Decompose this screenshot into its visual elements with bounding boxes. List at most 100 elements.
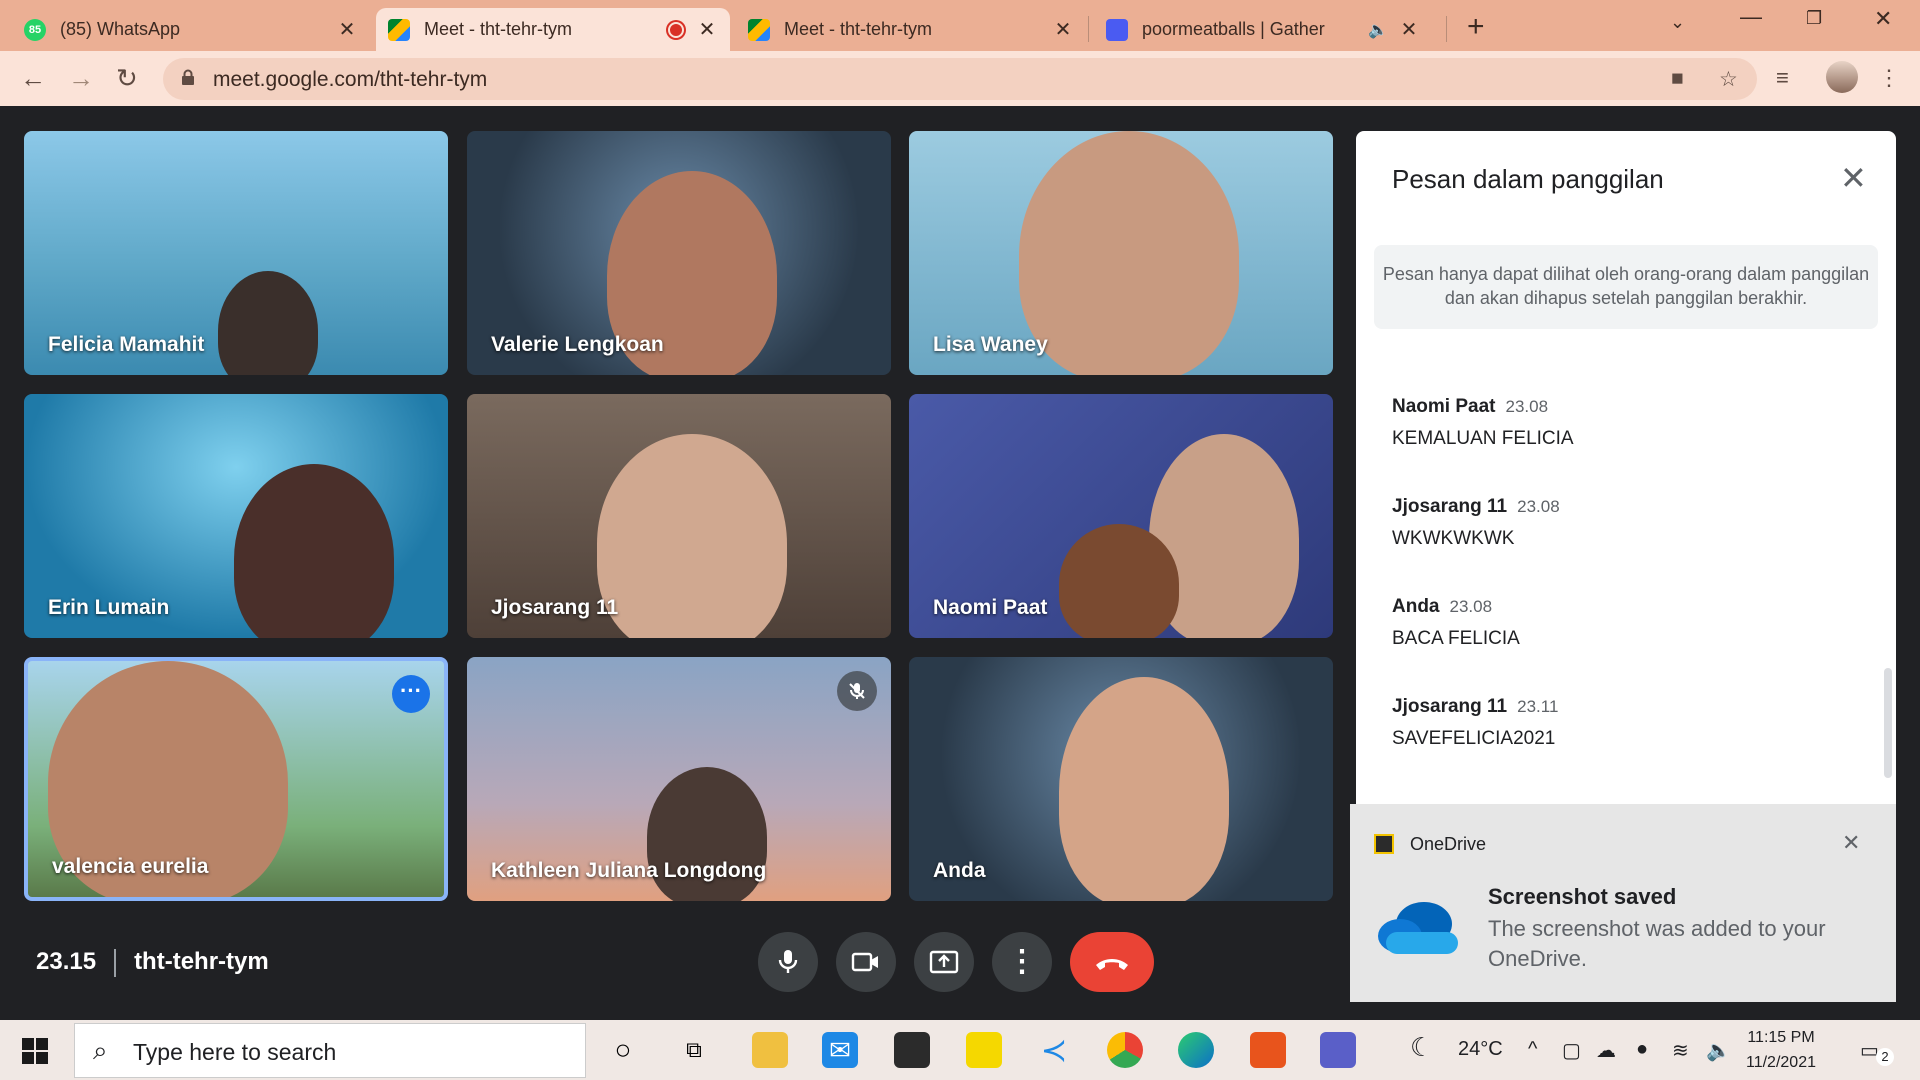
tab-meet-active[interactable]: Meet - tht-tehr-tym ✕ bbox=[376, 8, 730, 51]
tab-label: (85) WhatsApp bbox=[60, 19, 181, 39]
participant-tile[interactable]: Kathleen Juliana Longdong bbox=[467, 657, 891, 901]
office-icon[interactable] bbox=[1250, 1032, 1286, 1068]
wifi-icon[interactable]: ≋ bbox=[1672, 1038, 1689, 1063]
media-control-icon[interactable]: ≡ bbox=[1776, 65, 1789, 91]
gather-icon bbox=[1106, 18, 1128, 41]
participant-tile[interactable]: Felicia Mamahit bbox=[24, 131, 448, 375]
onedrive-tray-icon[interactable]: ☁ bbox=[1596, 1038, 1616, 1063]
in-call-messages-panel: Pesan dalam panggilan ✕ Pesan hanya dapa… bbox=[1356, 131, 1896, 821]
browser-tab-strip: 85 (85) WhatsApp ✕ Meet - tht-tehr-tym ✕… bbox=[0, 0, 1920, 51]
participant-tile[interactable]: Erin Lumain bbox=[24, 394, 448, 638]
reload-icon[interactable]: ↻ bbox=[116, 63, 138, 94]
chat-message: Naomi Paat 23.08 KEMALUAN FELICIA bbox=[1392, 396, 1574, 450]
message-sender: Jjosarang 11 bbox=[1392, 696, 1508, 717]
message-time: 23.08 bbox=[1517, 497, 1560, 516]
chat-scrollbar[interactable] bbox=[1884, 668, 1892, 778]
forward-icon[interactable]: → bbox=[68, 63, 94, 94]
message-sender: Jjosarang 11 bbox=[1392, 496, 1508, 517]
participant-tile[interactable]: Valerie Lengkoan bbox=[467, 131, 891, 375]
weather-moon-icon[interactable]: ☾ bbox=[1410, 1032, 1433, 1063]
profile-avatar[interactable] bbox=[1826, 61, 1858, 93]
microphone-tray-icon[interactable]: ● bbox=[1636, 1038, 1648, 1061]
tab-close-icon[interactable]: ✕ bbox=[1052, 17, 1074, 42]
speaker-icon[interactable]: 🔈 bbox=[1368, 20, 1388, 40]
chat-message: Anda 23.08 BACA FELICIA bbox=[1392, 596, 1520, 650]
new-tab-button[interactable]: + bbox=[1467, 10, 1485, 44]
teams-icon[interactable] bbox=[1320, 1032, 1356, 1068]
taskbar-search-box[interactable]: ⌕ Type here to search bbox=[74, 1023, 586, 1078]
tab-separator bbox=[1446, 16, 1447, 42]
participant-name: Erin Lumain bbox=[48, 596, 170, 619]
participant-tile[interactable]: Jjosarang 11 bbox=[467, 394, 891, 638]
participant-name: Kathleen Juliana Longdong bbox=[491, 859, 767, 882]
tab-close-icon[interactable]: ✕ bbox=[1398, 17, 1420, 42]
volume-icon[interactable]: 🔈 bbox=[1706, 1038, 1731, 1063]
mic-button[interactable] bbox=[758, 932, 818, 992]
message-sender: Anda bbox=[1392, 596, 1440, 617]
camera-button[interactable] bbox=[836, 932, 896, 992]
participant-video bbox=[218, 271, 318, 375]
tab-whatsapp[interactable]: 85 (85) WhatsApp ✕ bbox=[12, 8, 370, 51]
leave-call-button[interactable] bbox=[1070, 932, 1154, 992]
chrome-icon[interactable] bbox=[1107, 1032, 1143, 1068]
present-screen-icon bbox=[929, 950, 959, 974]
mail-icon[interactable]: ✉ bbox=[822, 1032, 858, 1068]
address-bar[interactable]: meet.google.com/tht-tehr-tym ■ ☆ bbox=[163, 58, 1757, 100]
onedrive-notification[interactable]: OneDrive ✕ Screenshot saved The screensh… bbox=[1350, 804, 1896, 1002]
chat-message: Jjosarang 11 23.08 WKWKWKWK bbox=[1392, 496, 1560, 550]
notification-close-icon[interactable]: ✕ bbox=[1842, 830, 1860, 856]
vscode-icon[interactable]: ≺ bbox=[1036, 1032, 1072, 1068]
more-options-icon[interactable]: ··· bbox=[392, 675, 430, 713]
message-time: 23.08 bbox=[1449, 597, 1493, 616]
browser-menu-icon[interactable]: ⋮ bbox=[1878, 65, 1900, 91]
task-view-icon[interactable]: ⧉ bbox=[676, 1032, 712, 1068]
cortana-icon[interactable]: ○ bbox=[605, 1032, 641, 1068]
more-options-button[interactable]: ⋮ bbox=[992, 932, 1052, 992]
minimize-icon[interactable]: — bbox=[1740, 4, 1762, 30]
show-hidden-icons-icon[interactable]: ^ bbox=[1528, 1038, 1537, 1061]
bookmark-star-icon[interactable]: ☆ bbox=[1719, 67, 1738, 92]
pet-video bbox=[1059, 524, 1179, 638]
message-text: BACA FELICIA bbox=[1392, 628, 1520, 649]
meeting-code: tht-tehr-tym bbox=[134, 948, 269, 975]
browser-toolbar: ← → ↻ meet.google.com/tht-tehr-tym ■ ☆ ≡… bbox=[0, 51, 1920, 106]
weather-temp[interactable]: 24°C bbox=[1458, 1038, 1503, 1061]
store-icon[interactable] bbox=[894, 1032, 930, 1068]
participant-name: Naomi Paat bbox=[933, 596, 1048, 619]
tab-close-icon[interactable]: ✕ bbox=[696, 17, 718, 42]
sticky-notes-icon[interactable] bbox=[966, 1032, 1002, 1068]
search-placeholder: Type here to search bbox=[133, 1039, 337, 1065]
clock-time: 11:15 PM bbox=[1747, 1029, 1815, 1046]
file-explorer-icon[interactable] bbox=[752, 1032, 788, 1068]
tab-meet-2[interactable]: Meet - tht-tehr-tym ✕ bbox=[736, 8, 1086, 51]
message-sender: Naomi Paat bbox=[1392, 396, 1496, 417]
tab-gather[interactable]: poormeatballs | Gather 🔈 ✕ bbox=[1094, 8, 1432, 51]
meeting-time: 23.15 bbox=[36, 948, 97, 975]
close-panel-icon[interactable]: ✕ bbox=[1840, 159, 1867, 197]
tab-close-icon[interactable]: ✕ bbox=[336, 17, 358, 42]
meet-now-icon[interactable]: ▢ bbox=[1562, 1038, 1581, 1063]
present-button[interactable] bbox=[914, 932, 974, 992]
camera-icon bbox=[851, 952, 878, 972]
camera-blocked-icon[interactable]: ■ bbox=[1671, 67, 1684, 91]
search-icon: ⌕ bbox=[93, 1035, 108, 1065]
windows-start-icon[interactable] bbox=[22, 1038, 48, 1064]
tab-search-chevron-icon[interactable]: ⌄ bbox=[1670, 12, 1685, 33]
participant-tile[interactable]: Lisa Waney bbox=[909, 131, 1333, 375]
restore-icon[interactable]: ❐ bbox=[1806, 8, 1822, 29]
message-text: WKWKWKWK bbox=[1392, 528, 1515, 549]
participant-name: Felicia Mamahit bbox=[48, 333, 205, 356]
back-icon[interactable]: ← bbox=[20, 63, 46, 94]
tab-label: poormeatballs | Gather bbox=[1142, 19, 1325, 39]
participant-tile[interactable]: Naomi Paat bbox=[909, 394, 1333, 638]
participant-video bbox=[597, 434, 787, 638]
clock-date: 11/2/2021 bbox=[1746, 1054, 1816, 1071]
participant-tile-pinned[interactable]: ··· valencia eurelia bbox=[24, 657, 448, 901]
mic-off-icon bbox=[837, 671, 877, 711]
mic-icon bbox=[778, 950, 798, 973]
onedrive-app-icon bbox=[1374, 834, 1394, 854]
edge-icon[interactable] bbox=[1178, 1032, 1214, 1068]
window-close-icon[interactable]: ✕ bbox=[1874, 6, 1892, 32]
participant-tile-self[interactable]: Anda bbox=[909, 657, 1333, 901]
taskbar-clock[interactable]: 11:15 PM 11/2/2021 bbox=[1746, 1025, 1816, 1075]
